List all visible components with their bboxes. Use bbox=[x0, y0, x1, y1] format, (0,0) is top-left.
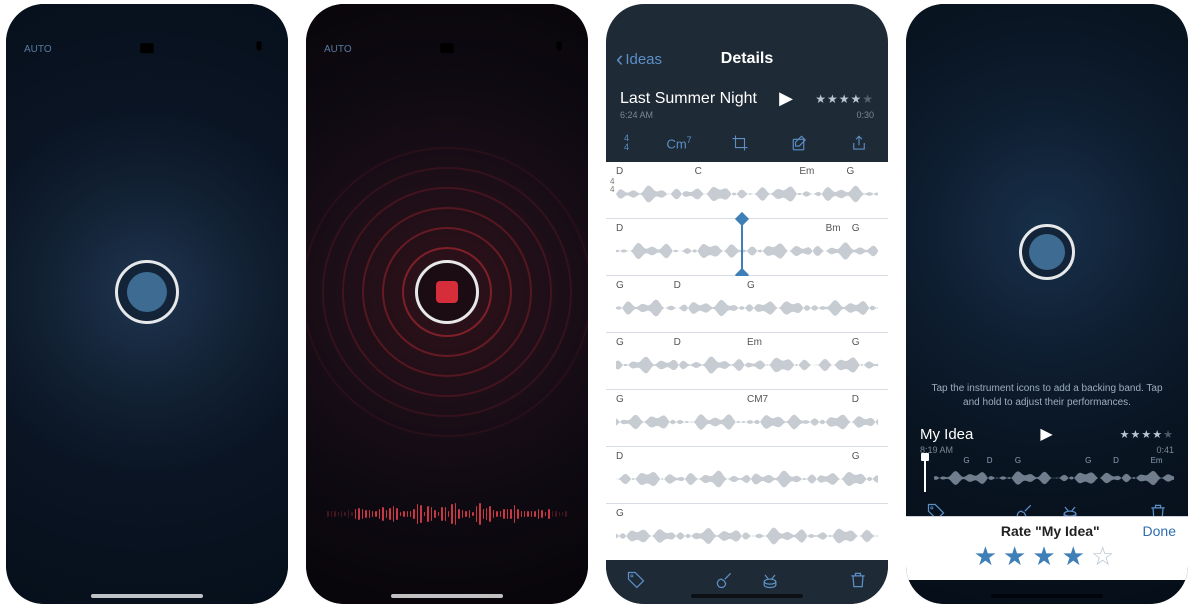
play-button[interactable]: ▶ bbox=[1040, 424, 1052, 444]
tag-icon[interactable] bbox=[626, 570, 646, 595]
trash-icon[interactable] bbox=[848, 570, 868, 595]
rating-stars[interactable]: ★★★★★ bbox=[815, 92, 874, 106]
chord-label: G bbox=[616, 394, 624, 405]
chord-label: D bbox=[616, 451, 623, 462]
tuning-fork-icon[interactable] bbox=[548, 38, 570, 60]
screen-2-recording: AUTO bbox=[306, 4, 588, 604]
stop-icon bbox=[436, 281, 458, 303]
chord-label: G bbox=[1015, 456, 1021, 465]
crop-icon[interactable] bbox=[729, 132, 751, 154]
back-button[interactable]: ‹ Ideas bbox=[616, 48, 662, 70]
chord-label: G bbox=[1085, 456, 1091, 465]
waveform-row[interactable]: D Bm G bbox=[606, 219, 888, 276]
rate-title: Rate "My Idea" bbox=[1001, 523, 1100, 539]
tool-row: 44 Cm7 bbox=[606, 126, 888, 162]
done-button[interactable]: Done bbox=[1143, 523, 1176, 539]
instrument-icon[interactable] bbox=[136, 38, 158, 60]
idea-header: My Idea ▶ ★★★★★ 8:19 AM 0:41 bbox=[906, 420, 1188, 459]
stop-record-button[interactable] bbox=[415, 260, 479, 324]
screen-3-details: ‹ Ideas Details Last Summer Night ▶ ★★★★… bbox=[606, 4, 888, 604]
chord-label: G bbox=[847, 166, 855, 177]
home-indicator[interactable] bbox=[91, 594, 203, 598]
record-button[interactable] bbox=[115, 260, 179, 324]
waveform-row[interactable]: GDG bbox=[606, 276, 888, 333]
chord-label: G bbox=[852, 337, 860, 348]
chevron-left-icon: ‹ bbox=[616, 48, 623, 70]
chord-label: Em bbox=[799, 166, 814, 177]
instrument-icon[interactable] bbox=[436, 38, 458, 60]
playhead[interactable] bbox=[924, 456, 926, 492]
nav-title: Details bbox=[721, 50, 773, 68]
chord-label: G bbox=[616, 280, 624, 291]
edit-icon[interactable] bbox=[789, 132, 811, 154]
chord-label: D bbox=[616, 166, 623, 177]
rate-panel: Rate "My Idea" Done ★★★★☆ bbox=[906, 516, 1188, 580]
chord-label: G bbox=[616, 508, 624, 519]
guitar-icon[interactable] bbox=[714, 570, 734, 595]
waveform-row[interactable]: DG bbox=[606, 447, 888, 504]
record-button[interactable] bbox=[1019, 224, 1075, 280]
chord-label: G bbox=[852, 451, 860, 462]
home-indicator[interactable] bbox=[391, 594, 503, 598]
home-indicator[interactable] bbox=[991, 594, 1103, 598]
auto-mode-button[interactable]: AUTO bbox=[24, 44, 52, 55]
track-header: Last Summer Night ▶ ★★★★★ 6:24 AM 0:30 bbox=[606, 84, 888, 126]
play-button[interactable]: ▶ bbox=[769, 88, 803, 109]
timestamp: 6:24 AM bbox=[620, 110, 653, 120]
live-waveform bbox=[306, 494, 588, 534]
waveform-row[interactable]: G CM7 D bbox=[606, 390, 888, 447]
chord-label: D bbox=[674, 337, 681, 348]
chord-label: D bbox=[674, 280, 681, 291]
chord-label: G bbox=[616, 337, 624, 348]
chord-label: CM7 bbox=[747, 394, 768, 405]
chord-label: D bbox=[1113, 456, 1119, 465]
time-signature-button[interactable]: 44 bbox=[624, 134, 629, 152]
back-label: Ideas bbox=[625, 51, 662, 68]
top-toolbar: AUTO bbox=[306, 34, 588, 64]
chord-label: Em bbox=[1151, 456, 1163, 465]
record-button-inner bbox=[127, 272, 167, 312]
rating-input[interactable]: ★★★★☆ bbox=[918, 541, 1176, 572]
duration: 0:41 bbox=[1156, 445, 1174, 455]
waveform-track-list[interactable]: 44DCEmGDBmGGDGGDEmGGCM7DDGG bbox=[606, 162, 888, 560]
auto-mode-button[interactable]: AUTO bbox=[324, 44, 352, 55]
record-button-inner bbox=[1029, 234, 1065, 270]
key-chord-button[interactable]: Cm7 bbox=[666, 135, 691, 151]
chord-label: G bbox=[852, 223, 860, 234]
chord-label: Em bbox=[747, 337, 762, 348]
mini-waveform[interactable]: G D G G D Em bbox=[920, 456, 1174, 492]
chord-label: G bbox=[747, 280, 755, 291]
chord-label: D bbox=[852, 394, 859, 405]
waveform-row[interactable]: G D Em G bbox=[606, 333, 888, 390]
home-indicator[interactable] bbox=[691, 594, 803, 598]
nav-bar: ‹ Ideas Details bbox=[606, 34, 888, 84]
chord-label: D bbox=[616, 223, 623, 234]
drums-icon[interactable] bbox=[760, 570, 780, 595]
chord-label: G bbox=[963, 456, 969, 465]
top-toolbar: AUTO bbox=[6, 34, 288, 64]
waveform-row[interactable]: 44DCEmG bbox=[606, 162, 888, 219]
tuning-fork-icon[interactable] bbox=[248, 38, 270, 60]
track-title[interactable]: Last Summer Night bbox=[620, 90, 757, 108]
chord-label: D bbox=[987, 456, 993, 465]
screen-1-record-idle: AUTO bbox=[6, 4, 288, 604]
chord-label: C bbox=[695, 166, 702, 177]
track-title[interactable]: My Idea bbox=[920, 426, 973, 443]
chord-label: Bm bbox=[826, 223, 841, 234]
share-icon[interactable] bbox=[848, 132, 870, 154]
duration: 0:30 bbox=[856, 110, 874, 120]
hint-text: Tap the instrument icons to add a backin… bbox=[924, 382, 1170, 409]
waveform-row[interactable]: G bbox=[606, 504, 888, 560]
rating-stars[interactable]: ★★★★★ bbox=[1120, 428, 1174, 441]
screen-4-my-idea: Tap the instrument icons to add a backin… bbox=[906, 4, 1188, 604]
loop-marker[interactable] bbox=[741, 219, 743, 275]
